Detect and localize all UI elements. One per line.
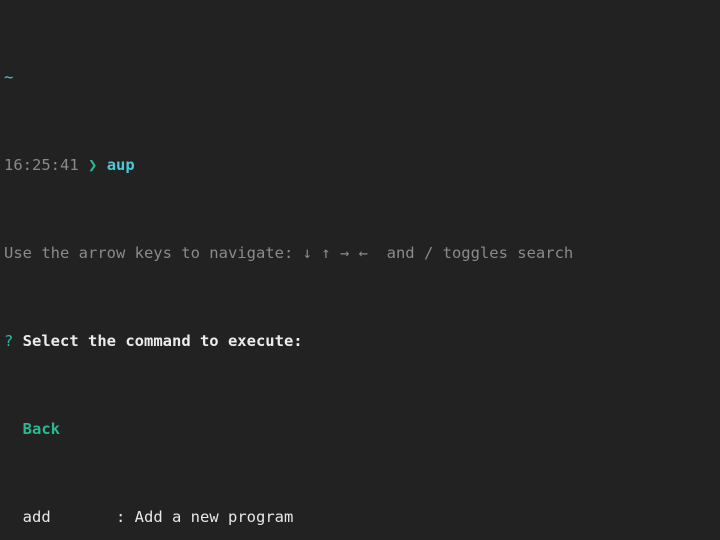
question-line: ? Select the command to execute:	[0, 330, 720, 352]
menu-item-name: add	[23, 508, 116, 526]
menu-item-desc: Add a new program	[135, 508, 294, 526]
prompt-line: 16:25:41 ❯ aup	[0, 154, 720, 176]
menu-item-add[interactable]: add : Add a new program	[0, 506, 720, 528]
cwd-tilde: ~	[4, 68, 13, 86]
question-mark-icon: ?	[4, 332, 13, 350]
prompt-chevron-icon: ❯	[88, 156, 97, 174]
terminal-output[interactable]: ~ 16:25:41 ❯ aup Use the arrow keys to n…	[0, 0, 720, 540]
menu-item-label: Back	[23, 420, 60, 438]
prompt-time: 16:25:41	[4, 156, 79, 174]
nav-hint: Use the arrow keys to navigate: ↓ ↑ → ← …	[0, 242, 720, 264]
typed-command: aup	[107, 156, 135, 174]
arrow-keys-icon: ↓ ↑ → ←	[303, 244, 368, 262]
menu-item-back[interactable]: Back	[0, 418, 720, 440]
